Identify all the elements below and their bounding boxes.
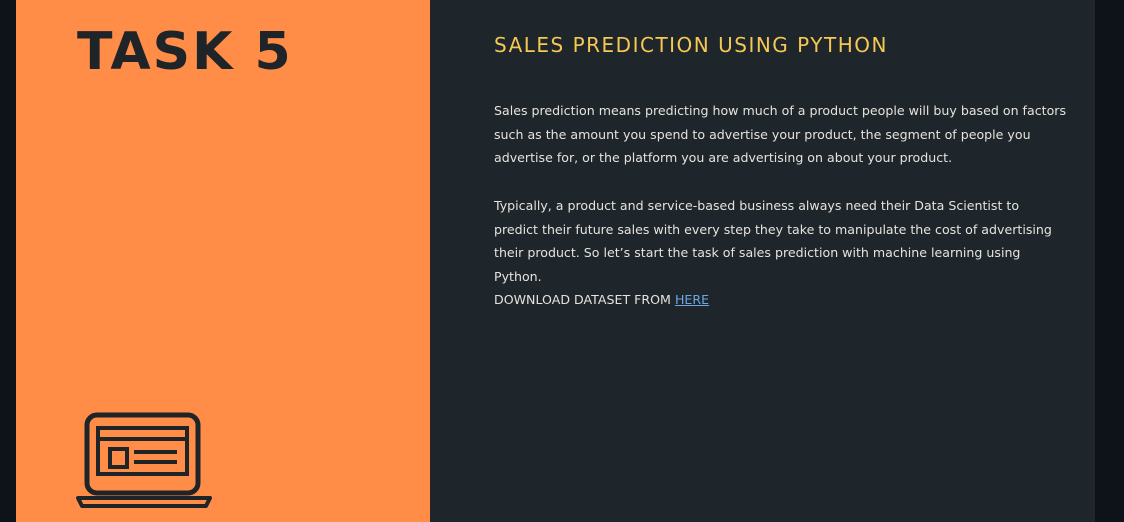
task-title: TASK 5: [77, 22, 293, 82]
laptop-icon: [76, 412, 212, 508]
task-card-right-panel: SALES PREDICTION USING PYTHON Sales pred…: [430, 0, 1095, 522]
download-dataset-link[interactable]: HERE: [675, 292, 709, 307]
description-paragraph-2: Typically, a product and service-based b…: [494, 198, 1052, 284]
task-card-left-panel: TASK 5: [16, 0, 430, 522]
description-paragraph-1: Sales prediction means predicting how mu…: [494, 103, 1067, 166]
download-dataset-line: DOWNLOAD DATASET FROM HERE: [494, 288, 709, 312]
page: TASK 5 SALES PREDICTION USING PYTHON Sal…: [0, 0, 1124, 522]
section-heading: SALES PREDICTION USING PYTHON: [494, 33, 888, 57]
download-dataset-label: DOWNLOAD DATASET FROM: [494, 292, 675, 307]
